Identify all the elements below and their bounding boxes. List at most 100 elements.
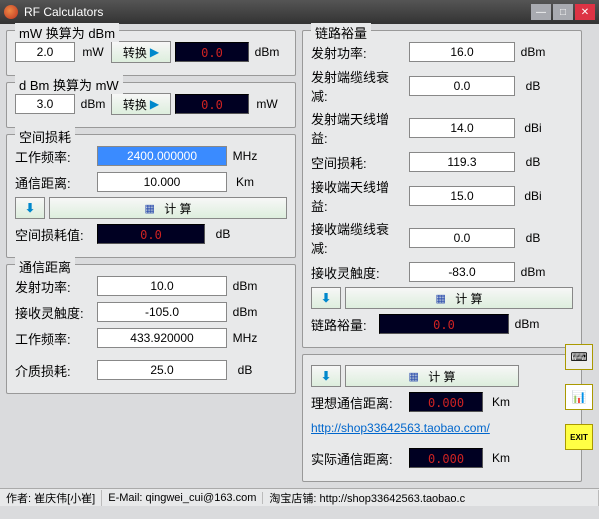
unit-label: MHz [231,331,259,345]
space-loss-group: 空间损耗 工作频率: MHz 通信距离: Km ⬇ ▦ 计 算 空间损耗值: 0… [6,134,296,258]
convert-button[interactable]: 转换▶ [111,93,171,115]
app-icon [4,5,18,19]
chart-icon: 📊 [572,390,587,404]
calculator-icon: ▦ [144,202,154,215]
loss-display: 0.0 [97,224,205,244]
calculate-button[interactable]: ▦ 计 算 [345,365,519,387]
med-input[interactable] [97,360,227,380]
download-icon: ⬇ [321,369,331,383]
margin-label: 链路裕量: [311,315,375,334]
window-title: RF Calculators [24,5,103,19]
calculate-button[interactable]: ▦ 计 算 [49,197,287,219]
unit-label: dBi [519,121,547,135]
arrow-right-icon: ▶ [150,97,159,111]
rx-input[interactable] [97,302,227,322]
lm-input-2[interactable] [409,118,515,138]
rx-label: 接收灵触度: [15,303,93,322]
comm-distance-group: 通信距离 发射功率:dBm 接收灵触度:dBm 工作频率:MHz 介质损耗:dB [6,264,296,394]
freq-input[interactable] [97,328,227,348]
freq-input[interactable] [97,146,227,166]
unit-label: Km [231,175,259,189]
chart-button[interactable]: 📊 [565,384,593,410]
dbm-to-mw-group: d Bm 换算为 mW dBm 转换▶ 0.0 mW [6,82,296,128]
mw-input[interactable] [15,42,75,62]
unit-label: dB [519,79,547,93]
lm-label: 接收端天线增益: [311,177,405,215]
calculator-icon: ▦ [435,292,445,305]
calculator-icon: ▦ [408,370,418,383]
unit-label: dBm [231,279,259,293]
lm-input-4[interactable] [409,186,515,206]
exit-button[interactable]: EXIT [565,424,593,450]
real-display: 0.000 [409,448,483,468]
distance-result-group: ⬇ ▦ 计 算 理想通信距离: 0.000 Km http://shop3364… [302,354,582,482]
group-title: 空间损耗 [15,127,75,146]
unit-label: dBm [79,97,107,111]
lm-label: 空间损耗: [311,153,405,172]
download-button[interactable]: ⬇ [15,197,45,219]
unit-label: Km [487,395,515,409]
loss-label: 空间损耗值: [15,225,93,244]
lm-input-1[interactable] [409,76,515,96]
download-button[interactable]: ⬇ [311,287,341,309]
minimize-button[interactable]: — [531,4,551,20]
unit-label: dBi [519,189,547,203]
unit-label: dBm [513,317,541,331]
lm-input-0[interactable] [409,42,515,62]
unit-label: dB [231,363,259,377]
shop-label: 淘宝店铺: [269,493,316,505]
unit-label: mW [79,45,107,59]
unit-label: MHz [231,149,259,163]
result-display: 0.0 [175,42,249,62]
shop-link[interactable]: http://shop33642563.taobao.com/ [311,421,490,435]
download-icon: ⬇ [321,291,331,305]
keyboard-icon: ⌨ [570,350,587,364]
exit-icon: EXIT [570,433,588,442]
freq-label: 工作频率: [15,329,93,348]
lm-label: 发射端缆线衰减: [311,67,405,105]
unit-label: dBm [253,45,281,59]
calculate-button[interactable]: ▦ 计 算 [345,287,573,309]
unit-label: dB [519,155,547,169]
author-label: 作者: [6,493,31,505]
dist-label: 通信距离: [15,173,93,192]
dbm-input[interactable] [15,94,75,114]
close-button[interactable]: ✕ [575,4,595,20]
mw-to-dbm-group: mW 换算为 dBm mW 转换▶ 0.0 dBm [6,30,296,76]
lm-input-6[interactable] [409,262,515,282]
convert-button[interactable]: 转换▶ [111,41,171,63]
link-margin-group: 链路裕量 发射功率:dBm发射端缆线衰减:dB发射端天线增益:dBi空间损耗:d… [302,30,582,348]
ideal-display: 0.000 [409,392,483,412]
maximize-button[interactable]: □ [553,4,573,20]
lm-label: 发射功率: [311,43,405,62]
lm-label: 发射端天线增益: [311,109,405,147]
result-display: 0.0 [175,94,249,114]
titlebar: RF Calculators — □ ✕ [0,0,599,24]
real-label: 实际通信距离: [311,449,405,468]
margin-display: 0.0 [379,314,509,334]
lm-input-5[interactable] [409,228,515,248]
dist-input[interactable] [97,172,227,192]
keyboard-button[interactable]: ⌨ [565,344,593,370]
unit-label: dBm [231,305,259,319]
unit-label: Km [487,451,515,465]
group-title: mW 换算为 dBm [15,23,119,42]
tx-label: 发射功率: [15,277,93,296]
tx-input[interactable] [97,276,227,296]
status-bar: 作者: 崔庆伟[小崔] E-Mail: qingwei_cui@163.com … [0,488,599,506]
download-icon: ⬇ [25,201,35,215]
author-value: 崔庆伟[小崔] [34,493,95,505]
unit-label: mW [253,97,281,111]
shop-value: http://shop33642563.taobao.c [320,493,466,505]
unit-label: dBm [519,45,547,59]
lm-label: 接收端缆线衰减: [311,219,405,257]
group-title: 通信距离 [15,257,75,276]
group-title: d Bm 换算为 mW [15,75,123,94]
unit-label: dB [519,231,547,245]
lm-input-3[interactable] [409,152,515,172]
unit-label: dBm [519,265,547,279]
ideal-label: 理想通信距离: [311,393,405,412]
freq-label: 工作频率: [15,147,93,166]
download-button[interactable]: ⬇ [311,365,341,387]
email-value: qingwei_cui@163.com [146,492,257,504]
